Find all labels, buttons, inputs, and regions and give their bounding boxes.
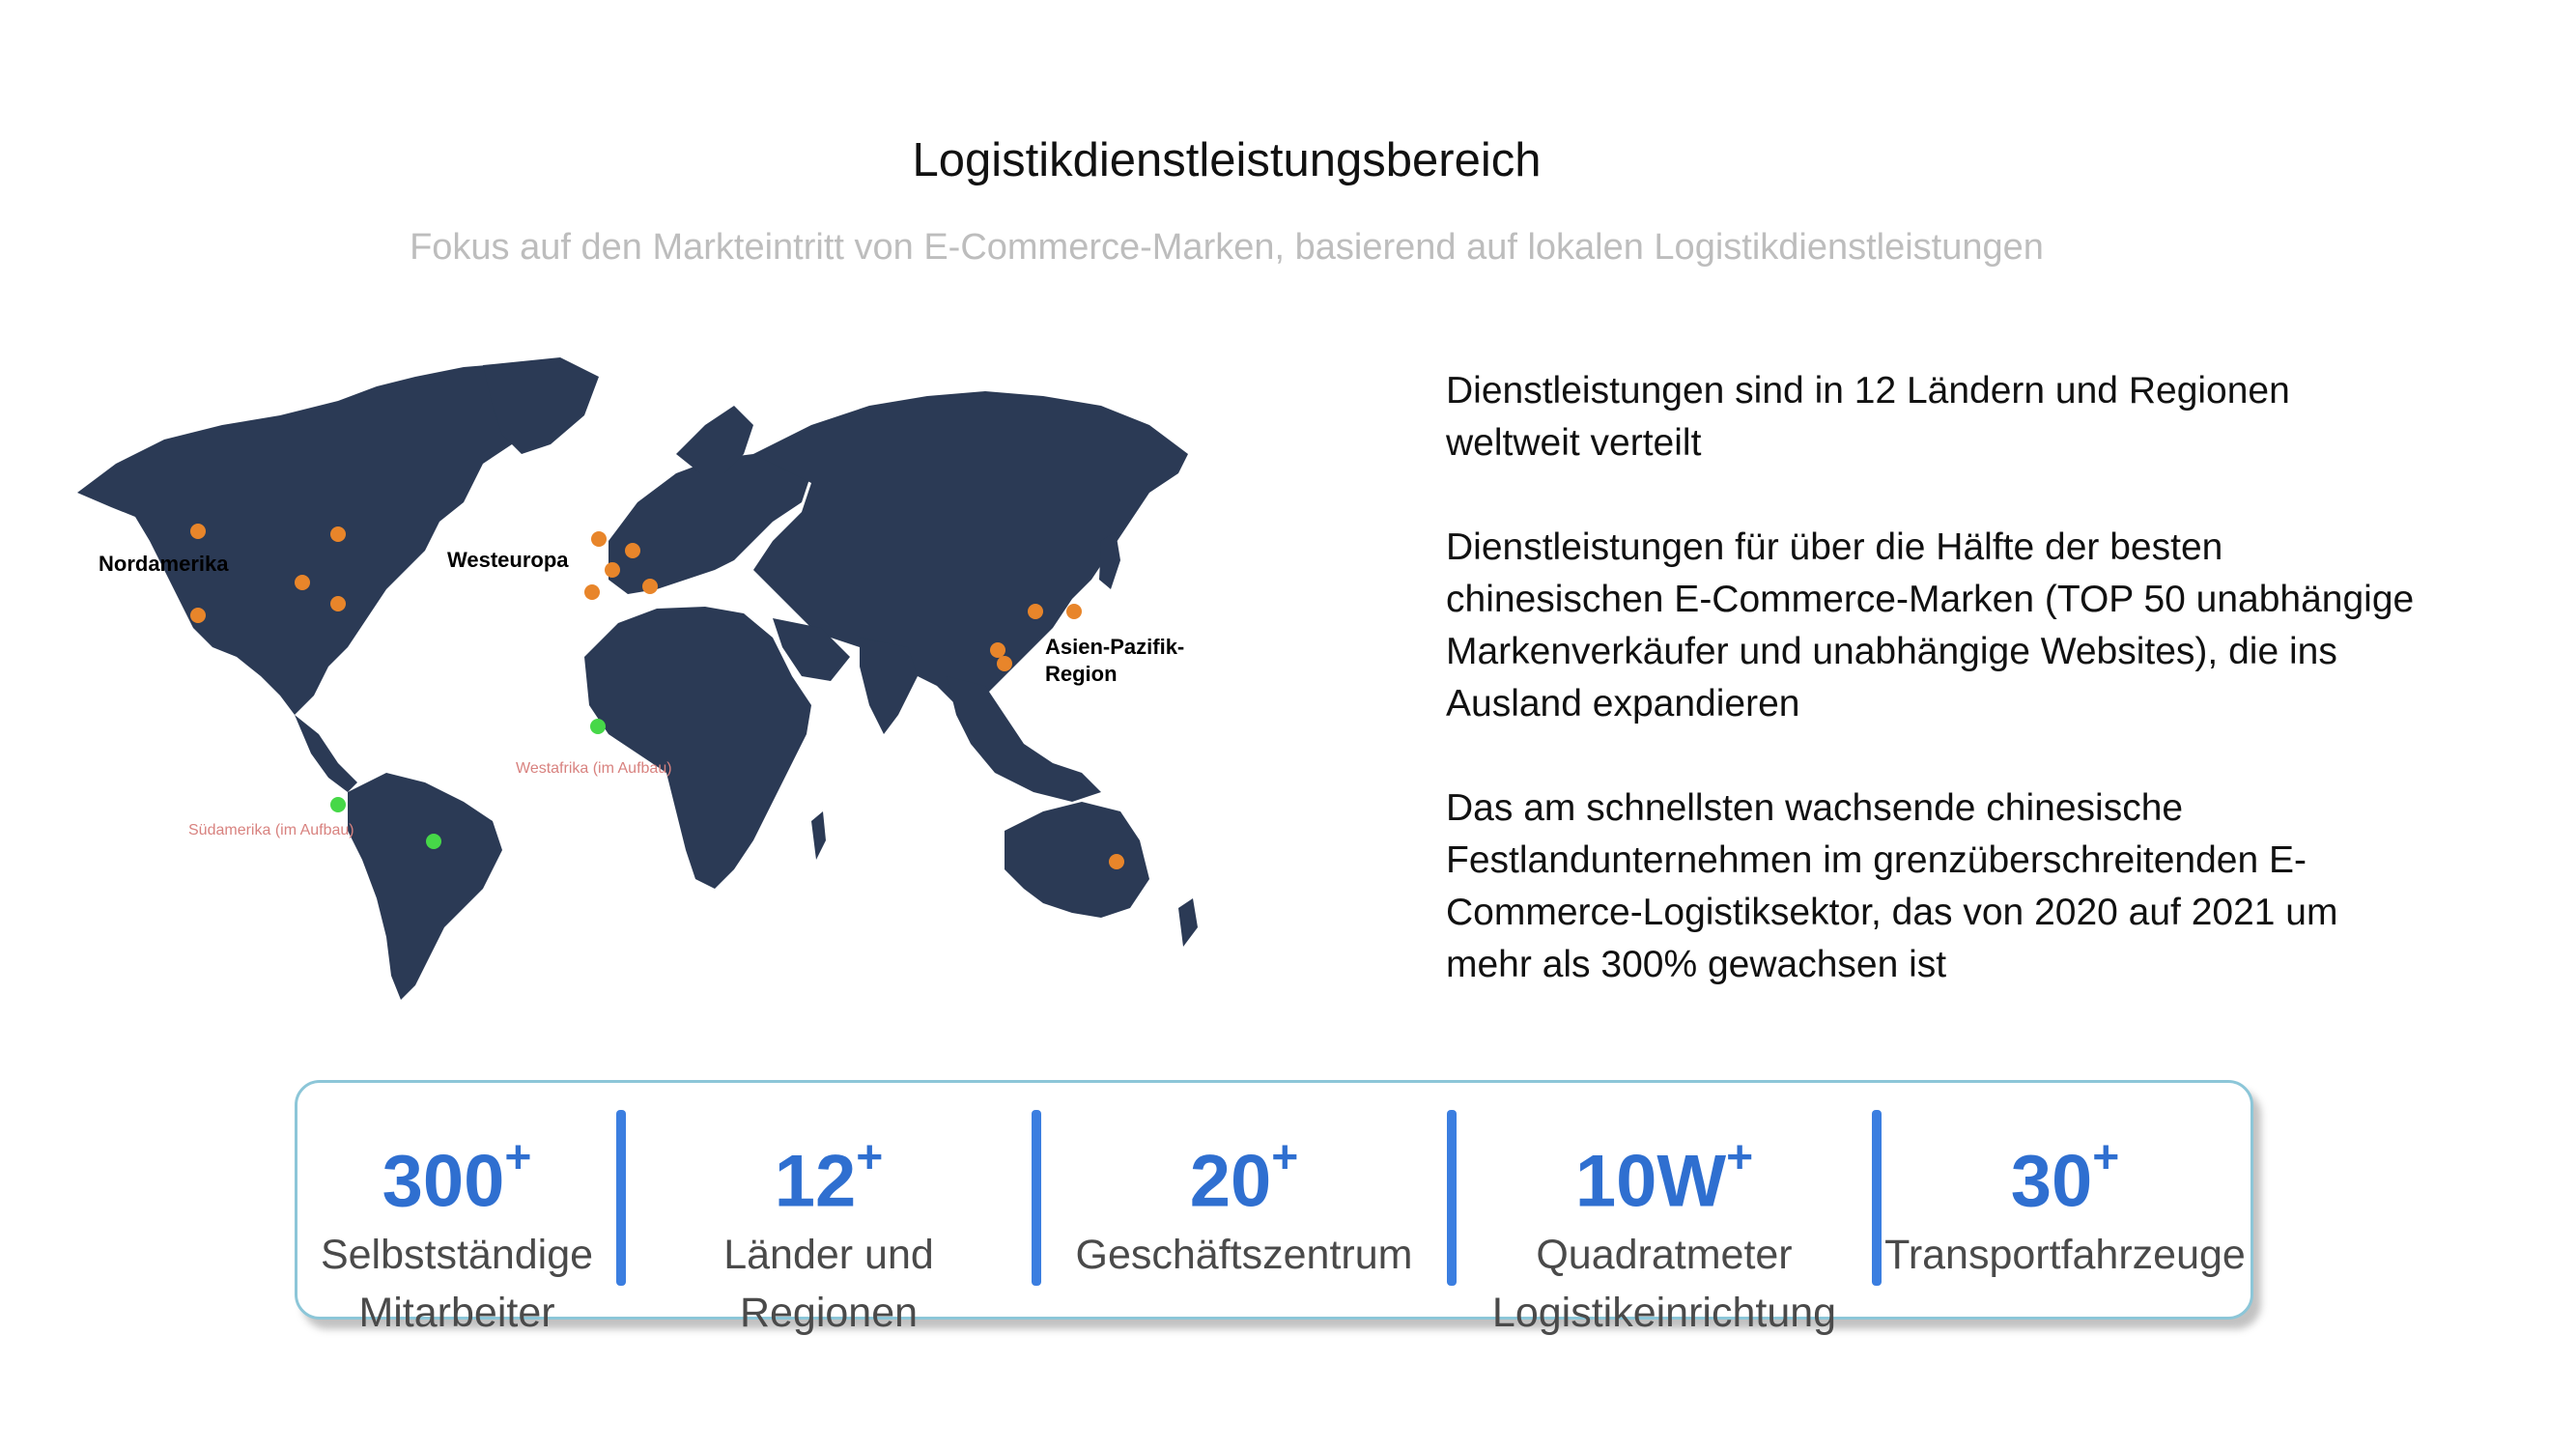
stat-value: 300+ (382, 1132, 532, 1223)
stat-divider (1872, 1110, 1882, 1286)
label-asia-pacific-2: Region (1045, 662, 1118, 686)
stats-panel: 300+ Selbstständige Mitarbeiter 12+ Lände… (295, 1080, 2253, 1336)
label-west-africa: Westafrika (im Aufbau) (516, 760, 672, 777)
continent-india (860, 638, 918, 734)
world-map: Nordamerika Westeuropa Asien-Pazifik- Re… (58, 348, 1217, 1005)
continent-south-america (348, 773, 502, 1000)
marker-building (590, 719, 606, 734)
stat-label: Geschäftszentrum (1075, 1232, 1413, 1279)
stat-label: Transportfahrzeuge (1884, 1232, 2246, 1279)
stat-vehicles: 30+ Transportfahrzeuge (1882, 1083, 2249, 1317)
stat-square-meters: 10W+ Quadratmeter Logistikeinrichtung (1457, 1083, 1872, 1336)
marker-active (295, 575, 310, 590)
label-north-america: Nordamerika (99, 552, 229, 576)
page-subtitle: Fokus auf den Markteintritt von E-Commer… (410, 227, 2044, 268)
stat-employees: 300+ Selbstständige Mitarbeiter (297, 1083, 616, 1336)
marker-active (1028, 604, 1043, 619)
stat-value: 30+ (2010, 1132, 2120, 1223)
description-paragraph: Das am schnellsten wachsende chinesische… (1446, 787, 2338, 985)
label-western-europe: Westeuropa (447, 548, 569, 572)
marker-active (990, 642, 1005, 658)
description-paragraph: Dienstleistungen sind in 12 Ländern und … (1446, 370, 2290, 464)
label-south-america: Südamerika (im Aufbau) (188, 822, 354, 838)
stat-business-centers: 20+ Geschäftszentrum (1041, 1083, 1447, 1317)
continent-australia (1005, 802, 1149, 918)
stat-value: 20+ (1189, 1132, 1299, 1223)
marker-active (190, 524, 206, 539)
continent-madagascar (811, 811, 826, 860)
marker-active (330, 526, 346, 542)
marker-active (625, 543, 640, 558)
label-asia-pacific-1: Asien-Pazifik- (1045, 635, 1184, 659)
marker-active (591, 531, 607, 547)
stat-divider (616, 1110, 626, 1286)
marker-active (330, 596, 346, 611)
stat-label: Länder und Regionen (723, 1232, 934, 1337)
marker-active (997, 656, 1012, 671)
marker-building (426, 834, 441, 849)
marker-active (642, 579, 658, 594)
marker-active (1109, 854, 1124, 869)
continent-central-america (295, 715, 357, 792)
description-paragraph: Dienstleistungen für über die Hälfte der… (1446, 526, 2415, 724)
world-map-svg: Nordamerika Westeuropa Asien-Pazifik- Re… (77, 357, 1198, 1000)
marker-active (1066, 604, 1082, 619)
stat-value: 12+ (774, 1132, 884, 1223)
continent-africa (584, 607, 811, 889)
continent-southeast-asia (947, 676, 1101, 802)
stat-value: 10W+ (1574, 1132, 1754, 1223)
stat-label: Selbstständige Mitarbeiter (320, 1232, 594, 1337)
continents (77, 357, 1198, 1000)
marker-active (584, 584, 600, 600)
page-title: Logistikdienstleistungsbereich (912, 134, 1542, 186)
stat-countries: 12+ Länder und Regionen (626, 1083, 1032, 1336)
marker-active (190, 608, 206, 623)
continent-new-zealand (1178, 898, 1198, 947)
marker-active (605, 562, 620, 578)
stat-label: Quadratmeter Logistikeinrichtung (1491, 1232, 1837, 1337)
stat-divider (1032, 1110, 1041, 1286)
marker-building (330, 797, 346, 812)
stat-divider (1447, 1110, 1457, 1286)
description-block: Dienstleistungen sind in 12 Ländern und … (1446, 365, 2431, 1043)
continent-north-america (77, 362, 560, 715)
